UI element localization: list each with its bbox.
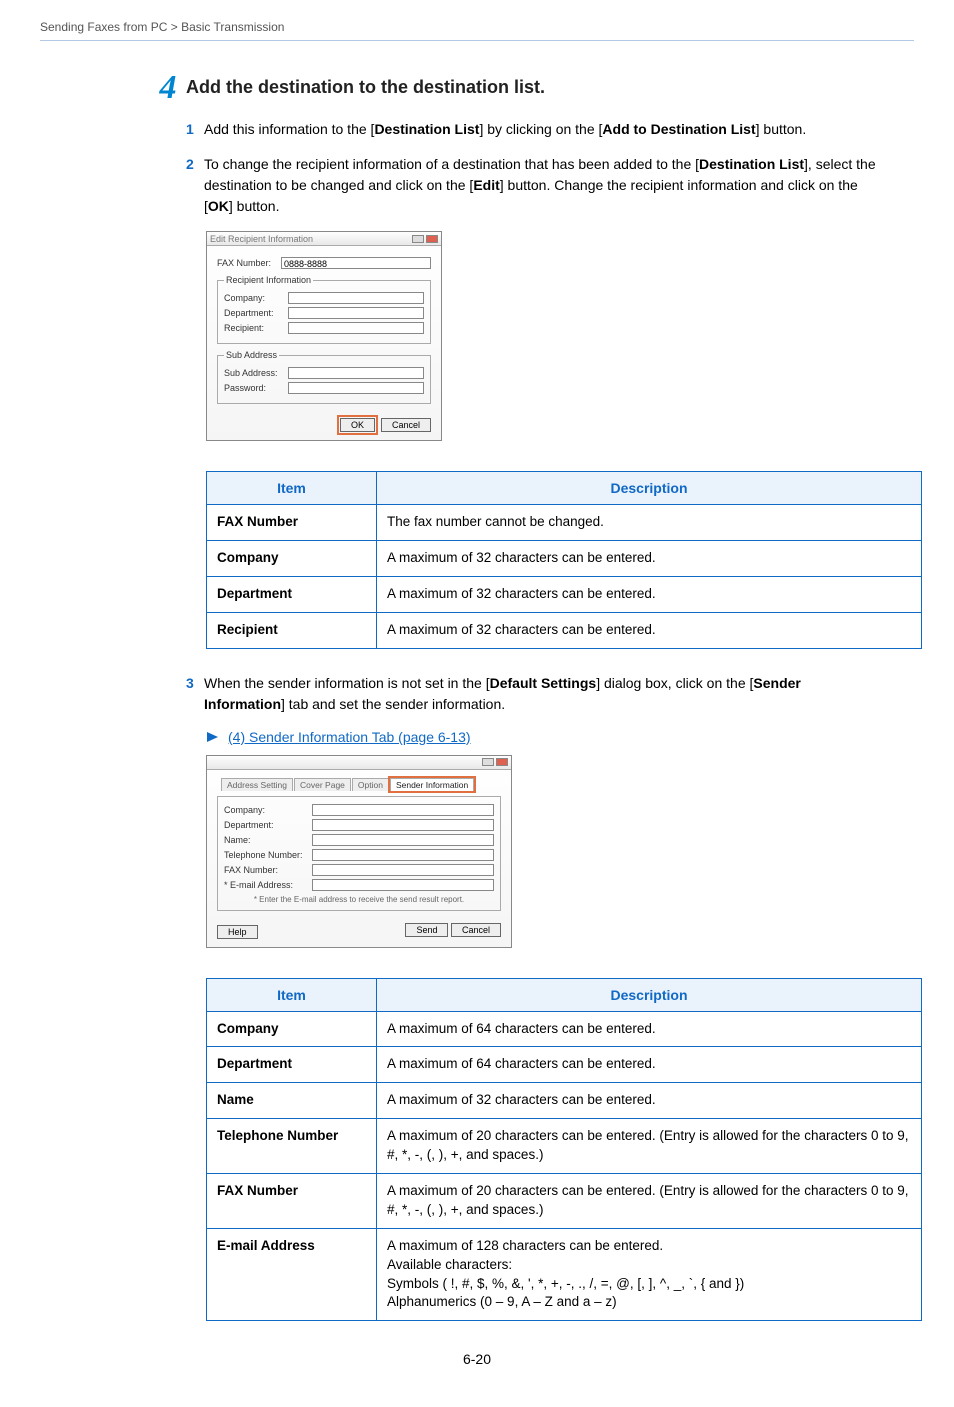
fax-number-label: FAX Number: [224, 865, 308, 875]
email-note: * Enter the E-mail address to receive th… [224, 895, 494, 904]
cancel-button[interactable]: Cancel [381, 418, 431, 432]
sender-info-dialog: Address Setting Cover Page Option Sender… [206, 755, 512, 948]
recipient-fields-table: Item Description FAX NumberThe fax numbe… [206, 471, 922, 649]
table-row: DepartmentA maximum of 32 characters can… [207, 576, 922, 612]
password-label: Password: [224, 383, 284, 393]
arrow-right-icon [206, 730, 220, 744]
breadcrumb: Sending Faxes from PC > Basic Transmissi… [40, 20, 914, 34]
department-field[interactable] [312, 819, 494, 831]
table2-header-desc: Description [377, 978, 922, 1011]
edit-recipient-dialog: Edit Recipient Information FAX Number: 0… [206, 231, 442, 441]
fax-number-label: FAX Number: [217, 258, 277, 268]
department-label: Department: [224, 820, 308, 830]
recipient-info-group: Recipient Information [224, 275, 313, 285]
company-label: Company: [224, 293, 284, 303]
tab-cover-page[interactable]: Cover Page [294, 778, 351, 791]
subaddress-group: Sub Address [224, 350, 279, 360]
step-heading: Add the destination to the destination l… [186, 77, 545, 98]
table-row: CompanyA maximum of 32 characters can be… [207, 540, 922, 576]
company-field[interactable] [288, 292, 424, 304]
help-icon[interactable] [482, 758, 494, 766]
table2-header-item: Item [207, 978, 377, 1011]
tab-option[interactable]: Option [352, 778, 389, 791]
email-label: * E-mail Address: [224, 880, 308, 890]
fax-number-field[interactable]: 0888-8888 [281, 257, 431, 269]
company-label: Company: [224, 805, 308, 815]
sender-info-tab-link[interactable]: (4) Sender Information Tab (page 6-13) [228, 729, 471, 745]
table-row: Telephone NumberA maximum of 20 characte… [207, 1119, 922, 1174]
telephone-label: Telephone Number: [224, 850, 308, 860]
send-button[interactable]: Send [405, 923, 448, 937]
table1-header-desc: Description [377, 472, 922, 505]
page-number: 6-20 [40, 1351, 914, 1367]
table-row: E-mail AddressA maximum of 128 character… [207, 1228, 922, 1321]
table-row: DepartmentA maximum of 64 characters can… [207, 1047, 922, 1083]
recipient-label: Recipient: [224, 323, 284, 333]
substep-3-text: When the sender information is not set i… [204, 673, 884, 715]
table1-header-item: Item [207, 472, 377, 505]
name-label: Name: [224, 835, 308, 845]
close-icon[interactable] [496, 758, 508, 766]
department-field[interactable] [288, 307, 424, 319]
department-label: Department: [224, 308, 284, 318]
company-field[interactable] [312, 804, 494, 816]
subaddress-field[interactable] [288, 367, 424, 379]
header-divider [40, 40, 914, 41]
telephone-field[interactable] [312, 849, 494, 861]
table-row: NameA maximum of 32 characters can be en… [207, 1083, 922, 1119]
close-icon[interactable] [426, 235, 438, 243]
table-row: FAX NumberThe fax number cannot be chang… [207, 505, 922, 541]
fax-number-field[interactable] [312, 864, 494, 876]
table-row: CompanyA maximum of 64 characters can be… [207, 1011, 922, 1047]
recipient-field[interactable] [288, 322, 424, 334]
tab-address-setting[interactable]: Address Setting [221, 778, 293, 791]
sender-fields-table: Item Description CompanyA maximum of 64 … [206, 978, 922, 1322]
table-row: RecipientA maximum of 32 characters can … [207, 612, 922, 648]
step-number: 4 [150, 71, 186, 105]
dialog-title: Edit Recipient Information [210, 234, 313, 244]
ok-button[interactable]: OK [340, 418, 375, 432]
substep-2-text: To change the recipient information of a… [204, 154, 884, 217]
email-field[interactable] [312, 879, 494, 891]
help-icon[interactable] [412, 235, 424, 243]
tab-sender-information[interactable]: Sender Information [390, 778, 474, 791]
name-field[interactable] [312, 834, 494, 846]
cancel-button[interactable]: Cancel [451, 923, 501, 937]
substep-3-number: 3 [186, 673, 204, 694]
subaddress-label: Sub Address: [224, 368, 284, 378]
substep-2-number: 2 [186, 154, 204, 175]
password-field[interactable] [288, 382, 424, 394]
substep-1-number: 1 [186, 119, 204, 140]
substep-1-text: Add this information to the [Destination… [204, 119, 884, 140]
help-button[interactable]: Help [217, 925, 258, 939]
table-row: FAX NumberA maximum of 20 characters can… [207, 1174, 922, 1229]
